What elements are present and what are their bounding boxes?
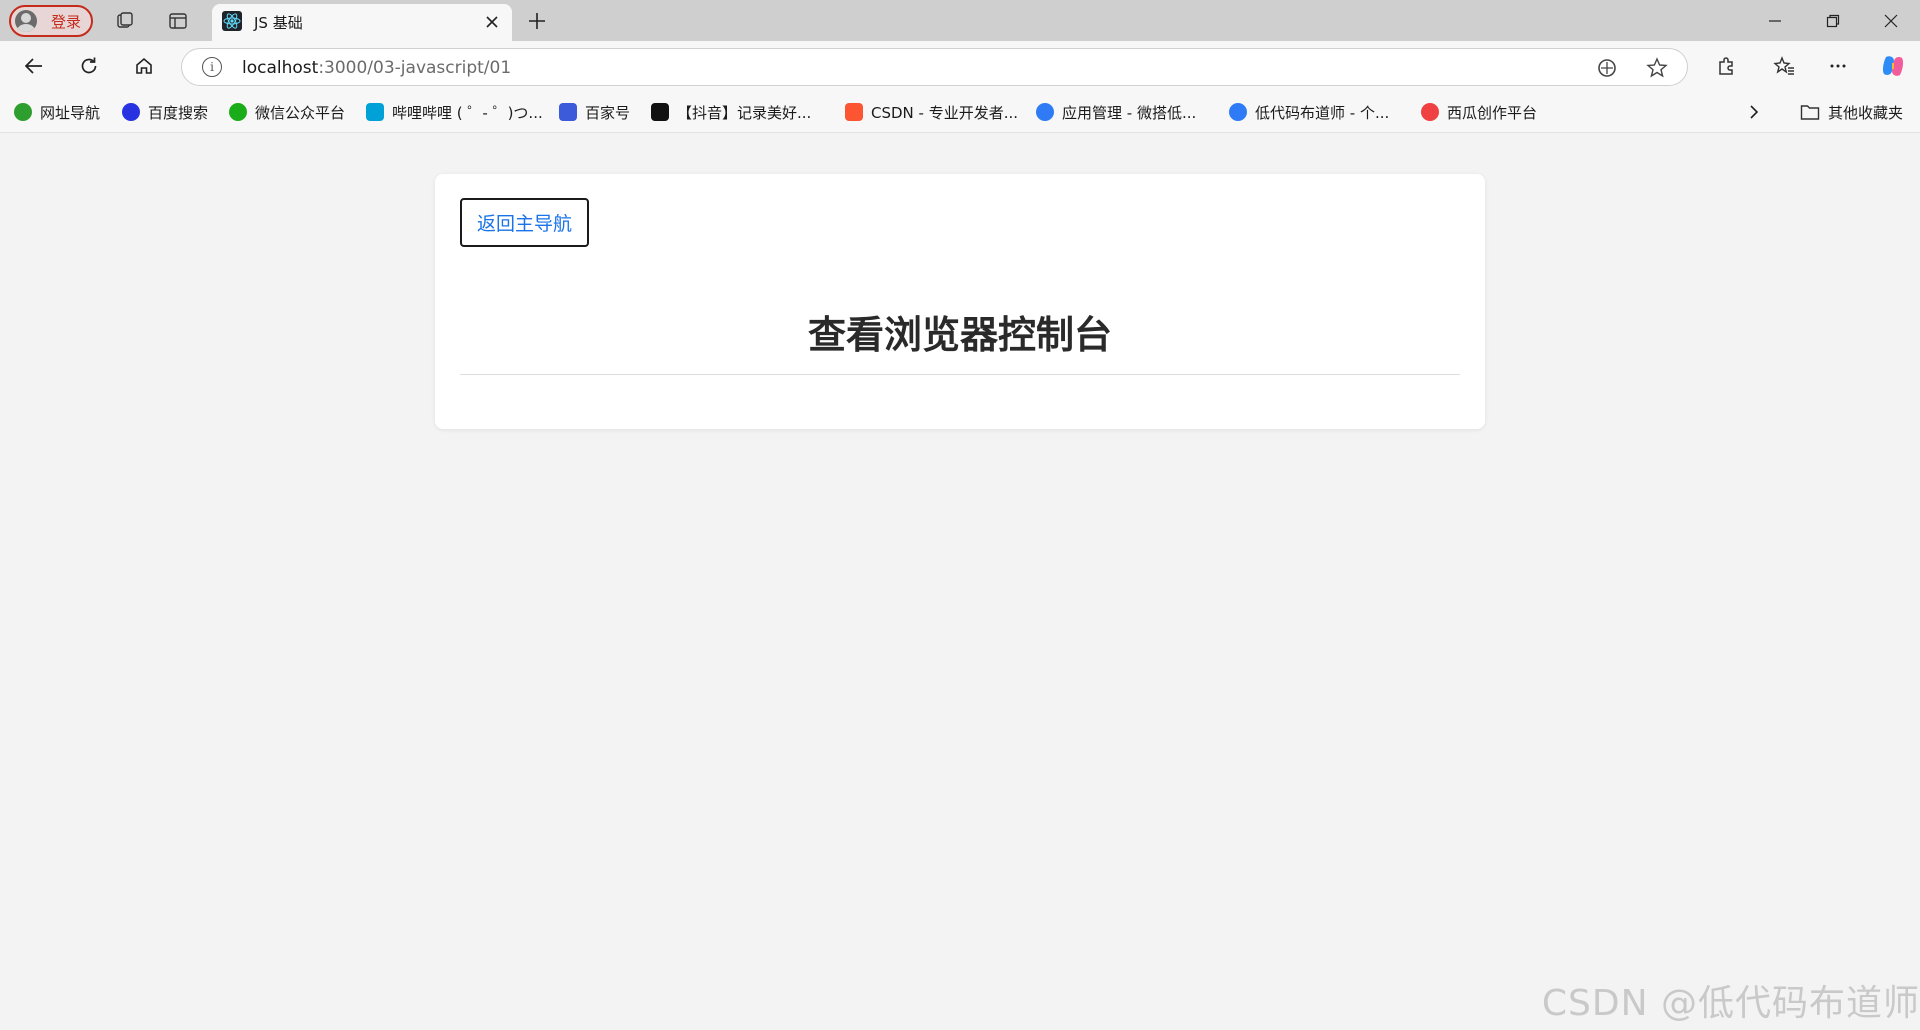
divider (460, 374, 1460, 375)
bookmark-label: 微信公众平台 (255, 103, 346, 122)
bookmark-label: 哔哩哔哩 ( ゜- ゜)つ... (392, 103, 543, 122)
tab-js-basics[interactable]: JS 基础 (212, 4, 512, 41)
bookmark-item[interactable]: 微信公众平台 (229, 101, 345, 123)
page-title: 查看浏览器控制台 (807, 313, 1112, 357)
csdn-icon (845, 103, 863, 121)
baijiahao-icon (559, 103, 577, 121)
url-host: localhost (242, 58, 319, 78)
bookmark-item[interactable]: 【抖音】记录美好... (651, 101, 811, 123)
avatar (15, 10, 37, 32)
back-arrow-icon[interactable] (18, 50, 50, 82)
bookmarks-bar: 网址导航 百度搜索 微信公众平台 哔哩哔哩 ( ゜- ゜)つ... 百家号 【抖… (0, 91, 1920, 133)
bookmark-label: 百度搜索 (148, 103, 209, 122)
cloud-icon (1229, 103, 1247, 121)
page-viewport: 返回主导航 查看浏览器控制台 (5, 134, 1915, 1026)
chevron-right-icon[interactable] (1742, 101, 1766, 123)
address-bar[interactable]: i localhost:3000/03-javascript/01 (181, 48, 1688, 86)
bookmark-label: 应用管理 - 微搭低... (1062, 103, 1197, 122)
bookmark-item[interactable]: 网址导航 (14, 101, 100, 123)
translate-icon[interactable] (1593, 54, 1621, 82)
restore-button[interactable] (1813, 6, 1853, 36)
close-window-button[interactable] (1871, 6, 1911, 36)
url-path: :3000/03-javascript/01 (318, 58, 512, 78)
workspaces-icon[interactable] (112, 8, 138, 34)
new-tab-button[interactable] (524, 8, 550, 34)
bookmark-label: CSDN - 专业开发者... (871, 103, 1019, 122)
bookmark-item[interactable]: 百家号 (559, 101, 630, 123)
profile-button[interactable]: 登录 (9, 5, 93, 37)
baidu-icon (122, 103, 140, 121)
favorites-icon[interactable] (1768, 50, 1800, 82)
bookmark-label: 西瓜创作平台 (1447, 103, 1538, 122)
react-icon (222, 10, 242, 35)
wechat-icon (229, 103, 247, 121)
tab-actions-icon[interactable] (165, 8, 191, 34)
site-info-icon[interactable]: i (202, 57, 222, 77)
bookmark-item[interactable]: CSDN - 专业开发者... (845, 101, 1018, 123)
bookmark-item[interactable]: 西瓜创作平台 (1421, 101, 1537, 123)
bilibili-icon (366, 103, 384, 121)
douyin-icon (651, 103, 669, 121)
bookmark-label: 【抖音】记录美好... (677, 103, 812, 122)
nav-site-icon (14, 103, 32, 121)
home-icon[interactable] (128, 50, 160, 82)
other-favorites-label: 其他收藏夹 (1828, 103, 1904, 122)
browser-toolbar: i localhost:3000/03-javascript/01 (0, 41, 1920, 91)
bookmark-label: 网址导航 (40, 103, 101, 122)
favorite-star-icon[interactable] (1643, 54, 1671, 82)
other-favorites-folder[interactable]: 其他收藏夹 (1800, 101, 1903, 123)
bookmark-item[interactable]: 百度搜索 (122, 101, 208, 123)
refresh-icon[interactable] (73, 50, 105, 82)
bookmark-label: 低代码布道师 - 个... (1255, 103, 1390, 122)
url-text[interactable]: localhost:3000/03-javascript/01 (242, 58, 511, 78)
folder-icon (1800, 103, 1820, 121)
bookmark-item[interactable]: 应用管理 - 微搭低... (1036, 101, 1196, 123)
back-to-nav-button[interactable]: 返回主导航 (460, 198, 589, 247)
more-menu-icon[interactable] (1822, 50, 1854, 82)
extensions-icon[interactable] (1710, 50, 1742, 82)
tab-title: JS 基础 (254, 14, 303, 32)
watermark-text: CSDN @低代码布道师 (1541, 983, 1920, 1024)
cloud-icon (1036, 103, 1054, 121)
tab-strip: 登录 JS 基础 (0, 0, 1920, 41)
copilot-icon[interactable] (1877, 50, 1909, 82)
bookmark-item[interactable]: 哔哩哔哩 ( ゜- ゜)つ... (366, 101, 543, 123)
close-tab-icon[interactable] (482, 12, 502, 32)
minimize-button[interactable] (1755, 6, 1795, 36)
bookmark-item[interactable]: 低代码布道师 - 个... (1229, 101, 1389, 123)
profile-label: 登录 (51, 12, 82, 31)
bookmark-label: 百家号 (585, 103, 631, 122)
xigua-icon (1421, 103, 1439, 121)
content-card: 返回主导航 查看浏览器控制台 (435, 174, 1485, 429)
